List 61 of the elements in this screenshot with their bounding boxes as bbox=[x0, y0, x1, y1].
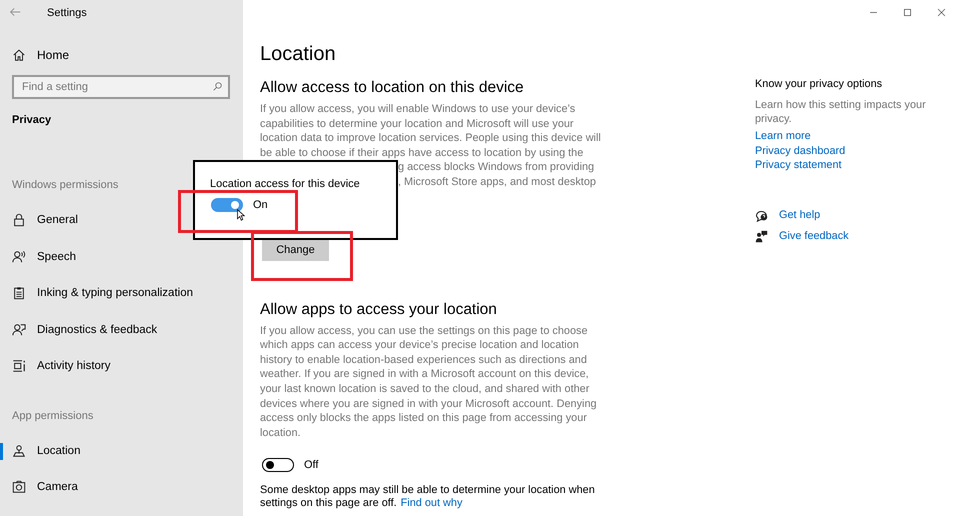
clipboard-icon bbox=[12, 286, 26, 300]
close-icon bbox=[936, 6, 946, 18]
maximize-icon bbox=[902, 6, 912, 18]
sidebar-item[interactable]: Location bbox=[0, 432, 243, 469]
description-text: capabilities to determine your location and Microsoft will use your bbox=[260, 116, 575, 132]
description-text: weather. If you are signed in with a Microsoft account on this device, bbox=[260, 367, 590, 382]
group-heading: App permissions bbox=[12, 410, 94, 422]
description-text: , Microsoft Store apps, and most desktop bbox=[398, 174, 596, 190]
sidebar-item[interactable]: Speech bbox=[0, 238, 243, 275]
toggle-switch[interactable] bbox=[211, 198, 243, 212]
note-text: settings on this page are off. bbox=[260, 497, 397, 510]
change-button[interactable]: Change bbox=[262, 238, 329, 261]
get-help-link[interactable]: Get help bbox=[779, 209, 820, 222]
home-icon bbox=[12, 48, 26, 62]
person-icon bbox=[12, 322, 26, 337]
sidebar-item[interactable]: Diagnostics & feedback bbox=[0, 312, 243, 348]
sidebar-item[interactable]: General bbox=[0, 202, 243, 238]
description-text: access only blocks the apps listed on this page from accessing your bbox=[260, 411, 588, 426]
aside-text: Learn how this setting impacts your privacy. bbox=[755, 98, 927, 126]
location-icon bbox=[12, 444, 26, 458]
description-text: your last known location is saved to the cloud, and shared with other bbox=[260, 382, 590, 397]
lock-icon bbox=[12, 213, 26, 228]
aside-link[interactable]: Privacy dashboard bbox=[755, 144, 846, 158]
note-text: Some desktop apps may still be able to determine your location when bbox=[260, 484, 596, 498]
give-feedback-link[interactable]: Give feedback bbox=[779, 230, 849, 242]
timeline-icon bbox=[12, 359, 26, 374]
aside-link[interactable]: Privacy statement bbox=[755, 158, 842, 173]
back-arrow-icon bbox=[8, 5, 22, 19]
aside-link[interactable]: Learn more bbox=[755, 129, 811, 144]
section-heading: Allow access to location on this device bbox=[260, 78, 525, 98]
sidebar-item[interactable]: Activity history bbox=[0, 348, 243, 384]
sidebar-item[interactable]: Camera bbox=[0, 469, 243, 506]
speaking-person-icon bbox=[12, 250, 26, 264]
toggle-label: Off bbox=[304, 459, 318, 472]
sidebar-item[interactable]: Inking & typing personalization bbox=[0, 275, 243, 312]
search-icon bbox=[212, 81, 223, 92]
description-text: location. bbox=[260, 426, 302, 440]
description-text: devices where you are signed in with your Microsoft account. Denying bbox=[260, 396, 598, 412]
description-text: g access blocks Windows from providing bbox=[398, 160, 594, 175]
find-out-why-link[interactable]: Find out why bbox=[400, 497, 462, 510]
aside-heading: Know your privacy options bbox=[755, 78, 884, 90]
help-icon bbox=[755, 208, 768, 222]
mouse-pointer-icon bbox=[236, 208, 248, 222]
description-text: which apps can access your device’s precise location and location bbox=[260, 338, 580, 353]
home-nav-item[interactable]: Home bbox=[0, 37, 243, 72]
popup-title: Location access for this device bbox=[210, 178, 361, 190]
toggle-switch[interactable] bbox=[262, 458, 294, 472]
description-text: location data to improve location services. People using this device will bbox=[260, 131, 602, 146]
window-title: Settings bbox=[47, 7, 87, 19]
camera-icon bbox=[12, 480, 26, 494]
toggle-label: On bbox=[253, 199, 268, 211]
search-field[interactable]: Find a setting bbox=[12, 75, 230, 99]
description-text: If you allow access, you will enable Windows to use your device’s bbox=[260, 102, 576, 117]
page-title: Location bbox=[260, 42, 337, 66]
description-text: be able to choose if their apps have access to location by using the bbox=[260, 146, 584, 160]
feedback-icon bbox=[755, 230, 768, 243]
category-heading: Privacy bbox=[12, 114, 52, 126]
group-heading: Windows permissions bbox=[12, 179, 118, 191]
description-text: history to enable location-based experiences such as directions and bbox=[260, 352, 588, 368]
section-heading: Allow apps to access your location bbox=[260, 300, 498, 320]
description-text: If you allow access, you can use the settings on this page to choose bbox=[260, 324, 589, 338]
